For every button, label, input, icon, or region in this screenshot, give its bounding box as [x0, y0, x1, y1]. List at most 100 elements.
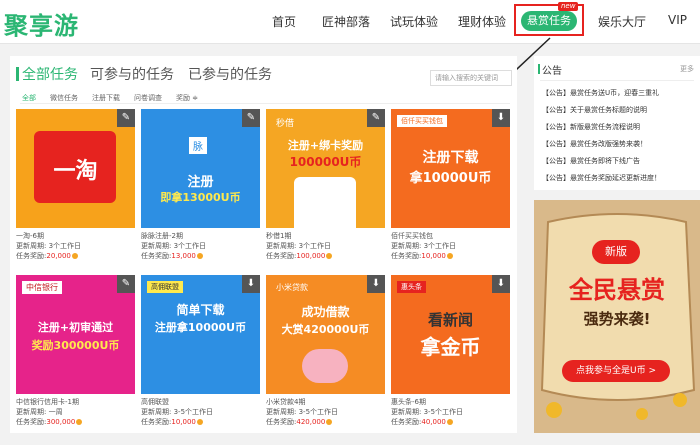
reward-value: 100,000	[296, 252, 326, 260]
edit-icon[interactable]: ✎	[367, 109, 385, 127]
filter-survey[interactable]: 问卷调查	[134, 93, 162, 103]
section-marker	[538, 64, 540, 74]
divider	[540, 80, 694, 81]
task-card[interactable]: 一淘 ✎ 一淘-6期 更新周期: 3个工作日 任务奖励:20,000	[16, 109, 135, 279]
filter-all[interactable]: 全部	[22, 93, 36, 103]
tab-available-tasks[interactable]: 可参与的任务	[90, 64, 174, 84]
site-header: 聚享游 首页 匠神部落 试玩体验 理财体验 悬赏任务 new 娱乐大厅 VIP	[0, 0, 700, 44]
brand-tag: 小米贷款	[276, 283, 308, 292]
new-version-label: 新版	[592, 240, 640, 264]
banner-title: 全民悬赏	[569, 276, 665, 304]
download-icon[interactable]: ⬇	[492, 109, 510, 127]
nav-entertainment[interactable]: 娱乐大厅	[598, 13, 646, 30]
task-cycle: 更新周期: 3-5个工作日	[266, 408, 339, 416]
reward-value: 13,000	[171, 252, 196, 260]
brand-tag: 中信银行	[22, 281, 62, 294]
join-button[interactable]: 点我参与全是U币 >	[562, 360, 670, 382]
reward-label: 任务奖励:	[141, 418, 172, 426]
task-card[interactable]: 惠头条 看新闻 拿金币 ⬇ 惠头条-6期 更新周期: 3-5个工作日 任务奖励:…	[391, 275, 510, 445]
thumb-subtitle: 注册拿10000U币	[154, 321, 247, 334]
site-logo[interactable]: 聚享游	[4, 6, 79, 41]
tab-all-tasks[interactable]: 全部任务	[22, 64, 78, 84]
nav-craftsman-tribe[interactable]: 匠神部落	[322, 13, 370, 30]
reward-label: 任务奖励:	[16, 418, 47, 426]
task-thumbnail: 一淘 ✎	[16, 109, 135, 228]
filter-wechat[interactable]: 微信任务	[50, 93, 78, 103]
task-cycle: 更新周期: 3个工作日	[391, 242, 457, 250]
task-thumbnail: 佰仟买买钱包 注册下载 拿10000U币 ⬇	[391, 109, 510, 228]
phone-image	[294, 177, 356, 228]
edit-icon[interactable]: ✎	[117, 275, 135, 293]
reward-value: 420,000	[296, 418, 326, 426]
search-input[interactable]: 请输入搜索的关键词	[430, 70, 512, 86]
thumb-title: 注册下载	[422, 150, 479, 166]
more-link[interactable]: 更多	[680, 64, 694, 74]
task-name: 脉脉注册-2期	[141, 232, 183, 240]
thumb-subtitle: 拿10000U币	[409, 171, 492, 186]
thumb-subtitle: 大赏420000U币	[281, 323, 370, 336]
task-cycle: 更新周期: 3个工作日	[16, 242, 82, 250]
brand-tag: 秒借	[276, 119, 295, 129]
card-info: 高佣联盟 更新周期: 3-5个工作日 任务奖励:10,000	[141, 397, 260, 427]
promo-banner[interactable]: 新版 全民悬赏 强势来袭! 点我参与全是U币 >	[534, 200, 700, 433]
reward-value: 40,000	[421, 418, 446, 426]
task-cycle: 更新周期: 3个工作日	[141, 242, 207, 250]
notice-item[interactable]: 【公告】悬赏任务送U币，迎春三重礼	[542, 88, 698, 98]
nav-finance[interactable]: 理财体验	[458, 13, 506, 30]
task-card[interactable]: 高佣联盟 简单下载 注册拿10000U币 ⬇ 高佣联盟 更新周期: 3-5个工作…	[141, 275, 260, 445]
brand-tag: 高佣联盟	[147, 281, 183, 293]
task-card[interactable]: 佰仟买买钱包 注册下载 拿10000U币 ⬇ 佰仟买买钱包 更新周期: 3个工作…	[391, 109, 510, 279]
announcement-title: 公告	[542, 66, 562, 77]
download-icon[interactable]: ⬇	[367, 275, 385, 293]
thumb-title: 简单下载	[176, 303, 225, 317]
coin-icon	[196, 419, 203, 425]
tab-joined-tasks[interactable]: 已参与的任务	[188, 64, 272, 84]
task-cycle: 更新周期: 3个工作日	[266, 242, 332, 250]
download-icon[interactable]: ⬇	[242, 275, 260, 293]
task-panel: 全部任务 可参与的任务 已参与的任务 请输入搜索的关键词 全部 微信任务 注册下…	[10, 56, 517, 433]
thumb-subtitle: 100000U币	[289, 155, 362, 169]
card-info: 佰仟买买钱包 更新周期: 3个工作日 任务奖励:10,000	[391, 231, 510, 261]
download-icon[interactable]: ⬇	[492, 275, 510, 293]
filter-reward-sort[interactable]: 奖励 ≑	[176, 93, 198, 103]
reward-value: 10,000	[171, 418, 196, 426]
filter-register-download[interactable]: 注册下载	[92, 93, 120, 103]
edit-icon[interactable]: ✎	[117, 109, 135, 127]
brand-tag: 佰仟买买钱包	[397, 115, 447, 127]
nav-home[interactable]: 首页	[272, 13, 296, 30]
task-tabs: 全部任务 可参与的任务 已参与的任务 请输入搜索的关键词	[10, 62, 517, 88]
reward-label: 任务奖励:	[266, 252, 297, 260]
thumb-subtitle: 即拿13000U币	[160, 191, 241, 204]
notice-item[interactable]: 【公告】悬赏任务改版强势来袭！	[542, 139, 698, 149]
divider	[20, 103, 510, 104]
task-cycle: 更新周期: 3-5个工作日	[141, 408, 214, 416]
task-card[interactable]: 脉 注册 即拿13000U币 ✎ 脉脉注册-2期 更新周期: 3个工作日 任务奖…	[141, 109, 260, 279]
brand-tag: 惠头条	[397, 281, 426, 293]
task-card[interactable]: 小米贷款 成功借款 大赏420000U币 ⬇ 小米贷款4期 更新周期: 3-5个…	[266, 275, 385, 445]
notice-item[interactable]: 【公告】悬赏任务奖励延迟更新进度！	[542, 173, 698, 183]
reward-label: 任务奖励:	[16, 252, 47, 260]
notice-item[interactable]: 【公告】悬赏任务即将下线广告	[542, 156, 698, 166]
notice-item[interactable]: 【公告】关于悬赏任务标题的说明	[542, 105, 698, 115]
task-name: 秒借1期	[266, 232, 292, 240]
task-card[interactable]: 中信银行 注册+初审通过 奖励300000U币 ✎ 中信银行信用卡-1期 更新周…	[16, 275, 135, 445]
coin-icon	[446, 253, 453, 259]
nav-bounty-tasks[interactable]: 悬赏任务	[521, 11, 577, 31]
notice-item[interactable]: 【公告】新版悬赏任务流程说明	[542, 122, 698, 132]
task-thumbnail: 中信银行 注册+初审通过 奖励300000U币 ✎	[16, 275, 135, 394]
reward-label: 任务奖励:	[391, 418, 422, 426]
nav-vip[interactable]: VIP	[668, 13, 687, 27]
edit-icon[interactable]: ✎	[242, 109, 260, 127]
reward-value: 300,000	[46, 418, 76, 426]
nav-bounty-highlight: 悬赏任务 new	[514, 2, 584, 36]
tab-marker	[16, 67, 19, 81]
nav-trial[interactable]: 试玩体验	[390, 13, 438, 30]
task-thumbnail: 高佣联盟 简单下载 注册拿10000U币 ⬇	[141, 275, 260, 394]
thumb-subtitle: 拿金币	[420, 335, 481, 359]
task-thumbnail: 秒借 注册+绑卡奖励 100000U币 ✎	[266, 109, 385, 228]
coin-icon	[196, 253, 203, 259]
thumb-title: 注册	[187, 175, 214, 190]
coin-icon	[326, 253, 333, 259]
task-thumbnail: 小米贷款 成功借款 大赏420000U币 ⬇	[266, 275, 385, 394]
task-card[interactable]: 秒借 注册+绑卡奖励 100000U币 ✎ 秒借1期 更新周期: 3个工作日 任…	[266, 109, 385, 279]
